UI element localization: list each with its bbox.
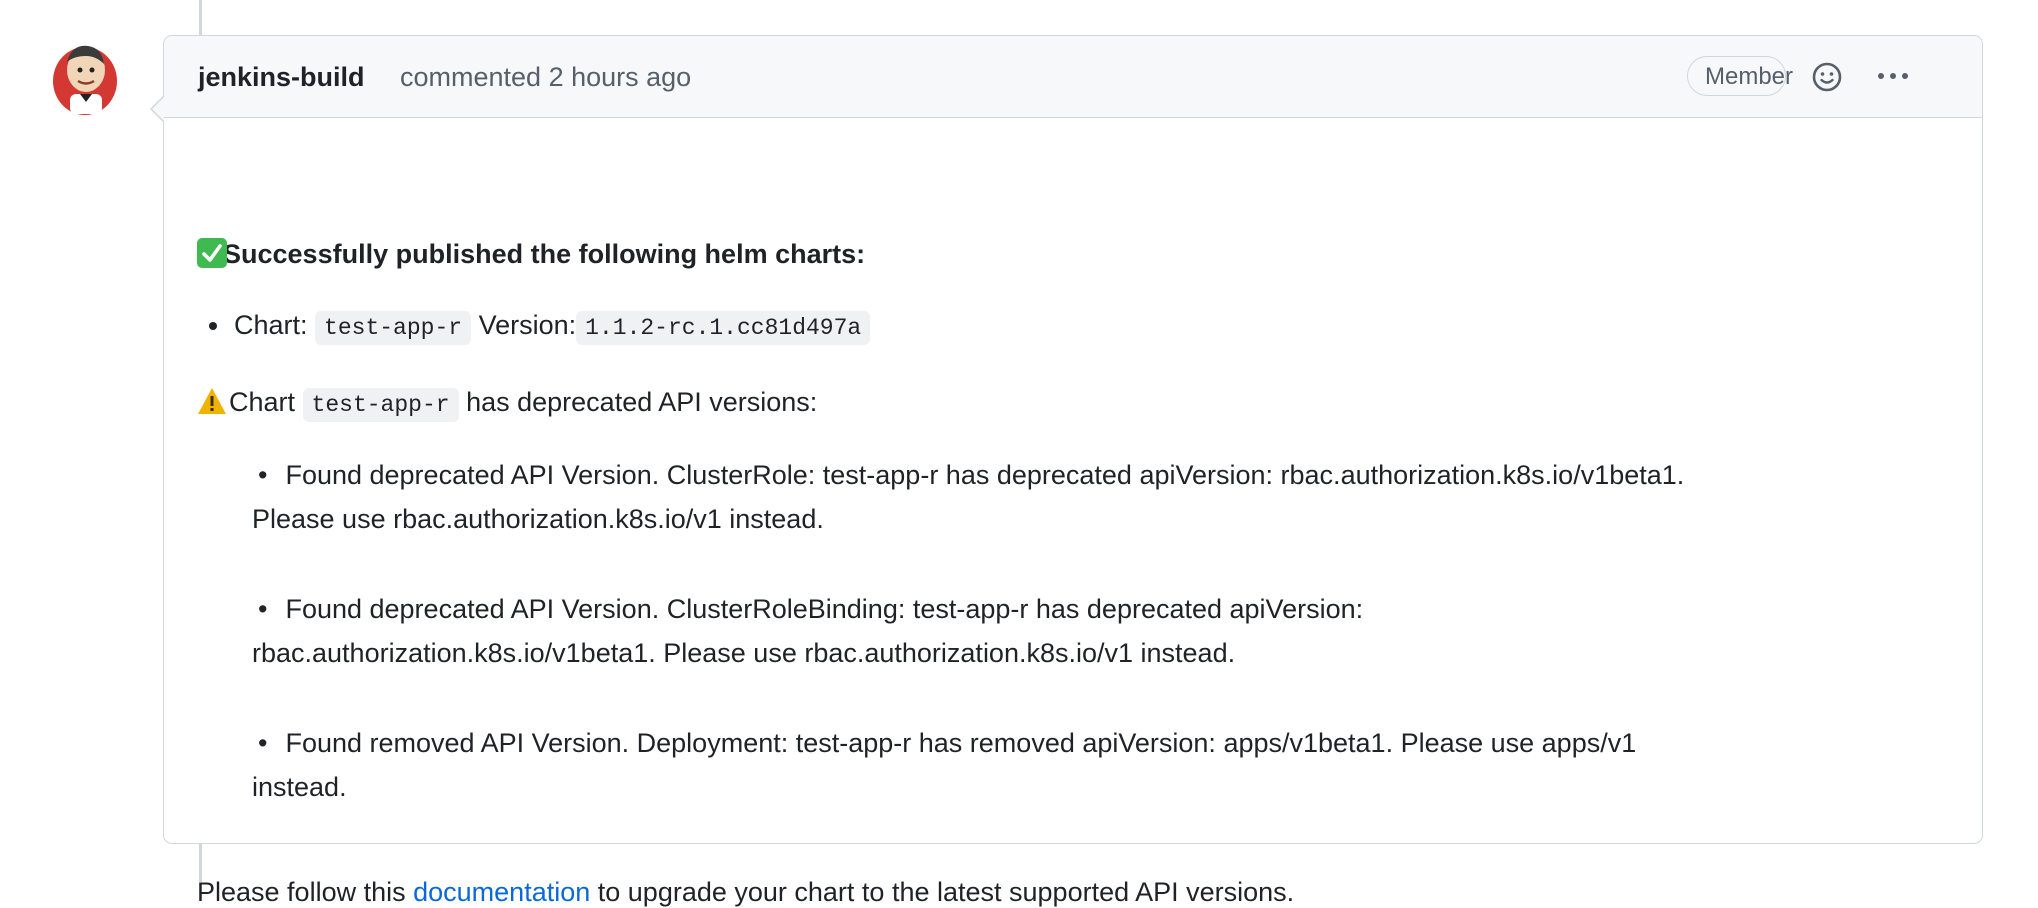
avatar[interactable] — [50, 36, 120, 118]
deprecation-text-line1: Found removed API Version. Deployment: t… — [285, 728, 1637, 758]
check-mark-icon — [197, 238, 227, 268]
kebab-horizontal-icon — [1878, 73, 1908, 79]
warning-suffix: has deprecated API versions: — [466, 387, 818, 417]
success-heading: Successfully published the following hel… — [197, 238, 865, 270]
success-text: Successfully published the following hel… — [223, 239, 866, 269]
warning-icon — [197, 386, 227, 423]
deprecation-warning: Chart test-app-r has deprecated API vers… — [197, 386, 817, 423]
smiley-icon — [1812, 62, 1842, 92]
member-badge: Member — [1687, 56, 1793, 96]
add-reaction-button[interactable] — [1806, 56, 1848, 98]
deprecation-text-line1: Found deprecated API Version. ClusterRol… — [285, 460, 1685, 490]
chart-name-code: test-app-r — [315, 311, 472, 345]
comment-header: jenkins-build commented 2 hours ago Memb… — [164, 36, 1982, 118]
deprecation-item: • Found deprecated API Version. ClusterRo… — [252, 594, 1364, 668]
deprecation-item: • Found removed API Version. Deployment: … — [252, 728, 1637, 802]
warning-chart-code: test-app-r — [302, 388, 459, 422]
jenkins-avatar-icon — [53, 45, 117, 115]
comment-box: jenkins-build commented 2 hours ago Memb… — [150, 35, 1983, 907]
deprecation-text-line2: rbac.authorization.k8s.io/v1beta1. Pleas… — [252, 638, 1236, 668]
deprecation-text-line2: instead. — [252, 772, 347, 802]
deprecation-item: • Found deprecated API Version. ClusterRo… — [252, 460, 1685, 534]
bullet-dot — [209, 322, 217, 330]
chart-label: Chart: — [234, 310, 308, 340]
comment-author-link[interactable]: jenkins-build — [198, 62, 365, 93]
chart-list-item: Chart: test-app-r Version: 1.1.2-rc.1.cc8… — [234, 310, 871, 345]
version-code: 1.1.2-rc.1.cc81d497a — [576, 311, 871, 345]
deprecation-text-line2: Please use rbac.authorization.k8s.io/v1 … — [252, 504, 824, 534]
deprecation-text-line1: Found deprecated API Version. ClusterRol… — [285, 594, 1364, 624]
more-options-button[interactable] — [1872, 64, 1914, 88]
comment-timestamp[interactable]: commented 2 hours ago — [400, 62, 691, 93]
warning-prefix: Chart — [229, 387, 296, 417]
version-label: Version: — [478, 310, 577, 340]
